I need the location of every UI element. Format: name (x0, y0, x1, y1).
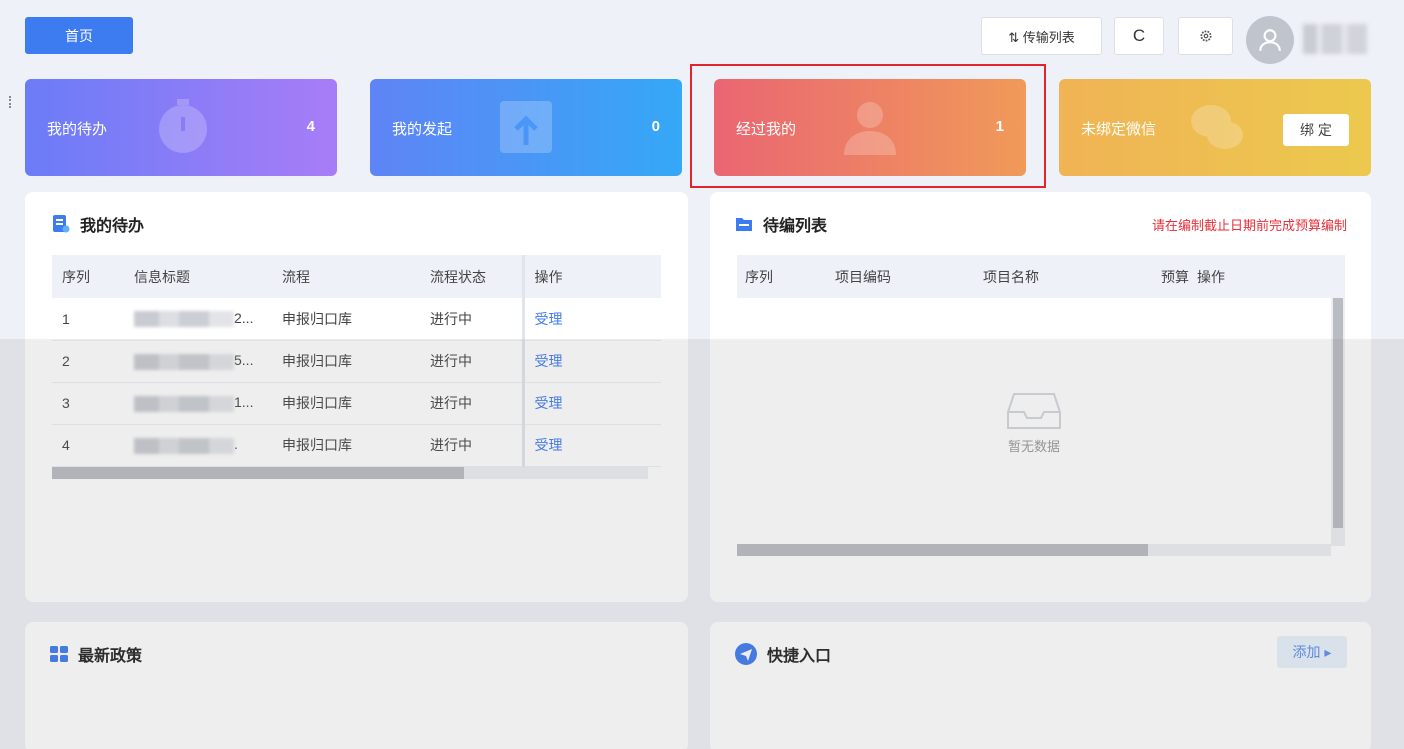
row-status: 进行中 (420, 340, 523, 383)
clock-icon (159, 99, 207, 153)
col-status: 流程状态 (420, 255, 523, 298)
row-process: 申报归口库 (272, 298, 420, 341)
title-suffix: . (234, 436, 238, 453)
row-action-cell: 受理 (521, 298, 661, 341)
highlight-annotation (690, 64, 1046, 188)
stat-value: 4 (306, 118, 315, 135)
user-icon (1259, 29, 1281, 51)
stat-card-wechat[interactable]: 未绑定微信 绑 定 (1059, 79, 1371, 176)
avatar[interactable] (1246, 16, 1294, 64)
deadline-notice: 请在编制截止日期前完成预算编制 (1151, 218, 1347, 233)
stat-card-todo[interactable]: 我的待办 4 (25, 79, 337, 176)
todo-panel-title: 我的待办 (52, 212, 144, 236)
col-project-code: 项目编码 (827, 255, 975, 298)
panel-title-text: 快捷入口 (767, 648, 832, 665)
stat-label: 未绑定微信 (1081, 121, 1157, 138)
refresh-button[interactable]: C (1114, 17, 1164, 55)
row-action-cell: 受理 (521, 340, 661, 383)
accept-link[interactable]: 受理 (535, 353, 563, 369)
empty-text: 暂无数据 (1007, 438, 1060, 454)
row-status: 进行中 (420, 298, 523, 341)
title-suffix: 5... (234, 352, 254, 369)
horizontal-scrollbar[interactable] (52, 467, 648, 479)
table-row: 3 1... 申报归口库 进行中 受理 (52, 382, 661, 425)
col-index: 序列 (737, 255, 827, 298)
row-action-cell: 受理 (521, 424, 661, 467)
row-process: 申报归口库 (272, 382, 420, 425)
stat-value: 0 (651, 118, 660, 135)
accept-link[interactable]: 受理 (535, 395, 563, 411)
col-process: 流程 (272, 255, 420, 298)
row-title: . (124, 424, 272, 467)
row-index: 4 (52, 424, 124, 467)
edit-table: 序列 项目编码 项目名称 预算 操作 (737, 255, 1345, 298)
row-title: 1... (124, 382, 272, 425)
paper-plane-icon (735, 643, 757, 665)
policy-panel: 最新政策 (25, 622, 688, 749)
col-action: 操作 (521, 255, 661, 298)
todo-table: 序列 信息标题 流程 流程状态 操作 1 2... 申报归口库 进行中 受理 2… (52, 255, 661, 467)
panel-title-text: 待编列表 (763, 218, 828, 235)
edit-panel-title: 待编列表 (735, 212, 827, 236)
folder-icon (736, 218, 752, 231)
vertical-scrollbar[interactable] (1331, 298, 1345, 546)
accept-link[interactable]: 受理 (535, 437, 563, 453)
col-title: 信息标题 (124, 255, 272, 298)
transfer-list-button[interactable]: ⇅ 传输列表 (981, 17, 1102, 55)
empty-state: 暂无数据 (737, 298, 1331, 546)
redacted-title (134, 311, 234, 328)
quick-panel-title: 快捷入口 (735, 642, 831, 666)
stat-label: 我的发起 (392, 121, 453, 138)
side-handle[interactable] (9, 96, 12, 108)
row-action-cell: 受理 (521, 382, 661, 425)
settings-button[interactable] (1178, 17, 1233, 55)
col-project-name: 项目名称 (975, 255, 1153, 298)
title-suffix: 1... (234, 394, 254, 411)
scrollbar-thumb[interactable] (52, 467, 464, 479)
row-index: 1 (52, 298, 124, 341)
quick-entry-panel: 快捷入口 添加 ▸ (710, 622, 1371, 749)
upload-icon (500, 101, 552, 153)
row-title: 5... (124, 340, 272, 383)
row-status: 进行中 (420, 382, 523, 425)
add-shortcut-button[interactable]: 添加 ▸ (1277, 636, 1347, 668)
row-process: 申报归口库 (272, 424, 420, 467)
edit-list-panel: 待编列表 请在编制截止日期前完成预算编制 序列 项目编码 项目名称 预算 操作 … (710, 192, 1371, 602)
panel-title-text: 我的待办 (80, 218, 145, 235)
username-redacted[interactable] (1303, 24, 1367, 54)
row-index: 3 (52, 382, 124, 425)
table-row: 4 . 申报归口库 进行中 受理 (52, 424, 661, 467)
scrollbar-thumb[interactable] (737, 544, 1148, 556)
table-header-row: 序列 项目编码 项目名称 预算 操作 (737, 255, 1345, 298)
row-status: 进行中 (420, 424, 523, 467)
table-row: 1 2... 申报归口库 进行中 受理 (52, 298, 661, 341)
table-row: 2 5... 申报归口库 进行中 受理 (52, 340, 661, 383)
redacted-title (134, 437, 234, 454)
row-title: 2... (124, 298, 272, 341)
policy-panel-title: 最新政策 (50, 642, 142, 666)
stat-card-initiated[interactable]: 我的发起 0 (370, 79, 682, 176)
title-suffix: 2... (234, 310, 254, 327)
table-header-row: 序列 信息标题 流程 流程状态 操作 (52, 255, 661, 298)
grid-icon (50, 646, 68, 662)
wechat-icon (1191, 105, 1243, 149)
col-action: 操作 (1189, 255, 1345, 298)
accept-link[interactable]: 受理 (535, 311, 563, 327)
empty-inbox-icon (1007, 392, 1061, 429)
document-icon (53, 215, 70, 233)
stat-label: 我的待办 (47, 121, 108, 138)
redacted-title (134, 353, 234, 370)
col-budget: 预算 (1153, 255, 1189, 298)
panel-title-text: 最新政策 (78, 648, 143, 665)
home-button[interactable]: 首页 (25, 17, 133, 54)
col-index: 序列 (52, 255, 124, 298)
row-index: 2 (52, 340, 124, 383)
scrollbar-thumb[interactable] (1333, 298, 1343, 528)
row-process: 申报归口库 (272, 340, 420, 383)
redacted-title (134, 395, 234, 412)
todo-panel: 我的待办 序列 信息标题 流程 流程状态 操作 1 2... 申报归口库 进行中… (25, 192, 688, 602)
gear-icon (1199, 30, 1212, 42)
horizontal-scrollbar[interactable] (737, 544, 1331, 556)
bind-wechat-button[interactable]: 绑 定 (1283, 114, 1349, 146)
